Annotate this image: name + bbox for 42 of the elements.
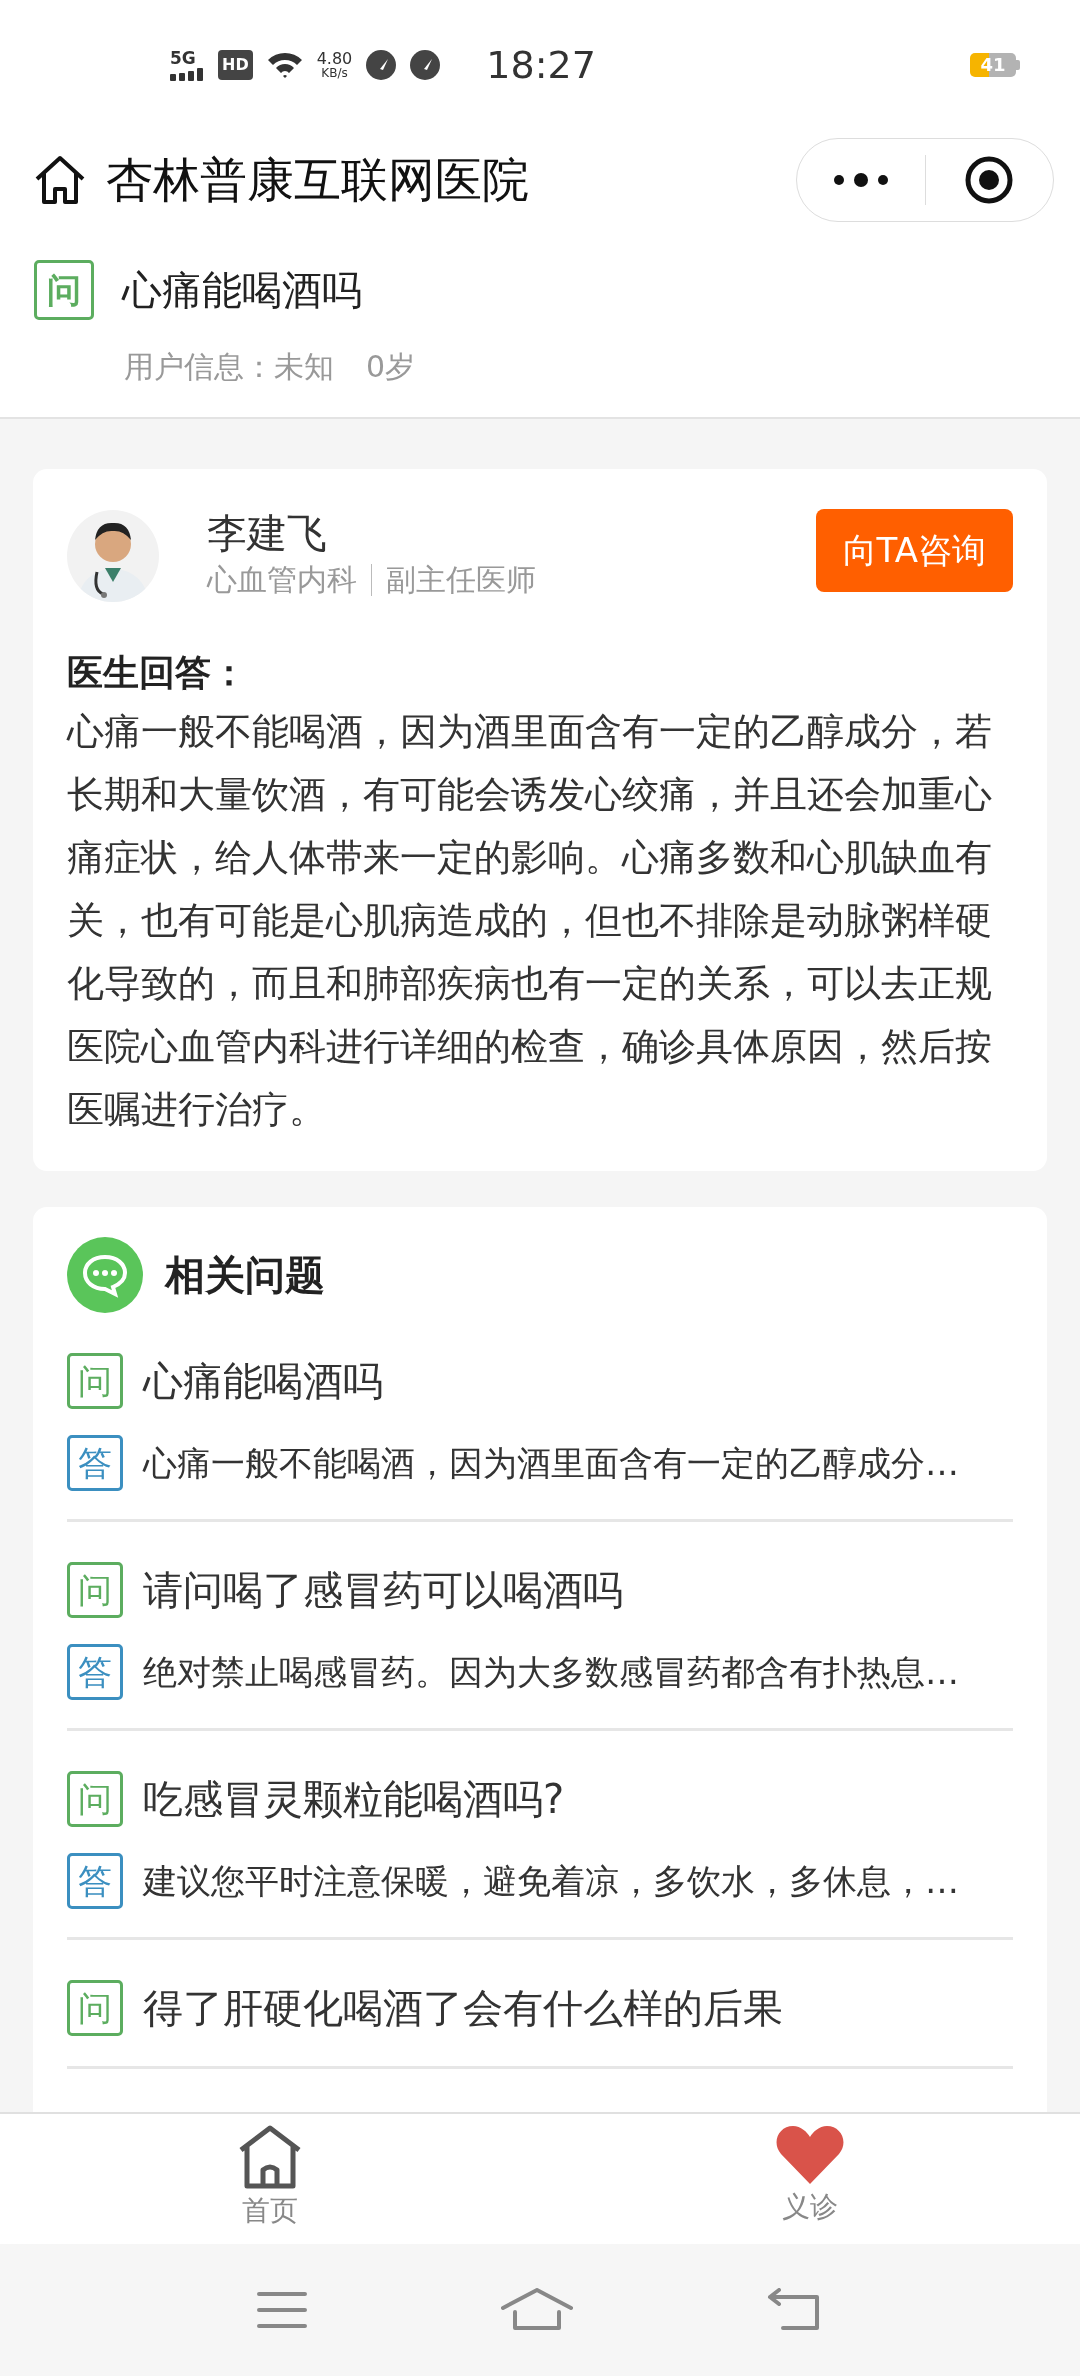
related-question[interactable]: 吃感冒灵颗粒能喝酒吗? xyxy=(143,1769,565,1829)
gauge-icon xyxy=(410,50,441,80)
tab-item[interactable]: 首页 xyxy=(0,2114,540,2244)
chat-icon xyxy=(67,1237,143,1313)
more-icon[interactable] xyxy=(832,173,889,187)
answer-badge: 答 xyxy=(67,1853,123,1909)
network-speed: 4.80 KB/s xyxy=(316,51,353,79)
user-age: 0岁 xyxy=(366,349,416,384)
answer-preview[interactable]: 心痛一般不能喝酒，因为酒里面含有一定的乙醇成分… xyxy=(143,1437,959,1489)
heart-icon xyxy=(775,2124,845,2186)
menu-icon[interactable] xyxy=(257,2290,307,2330)
section-title: 相关问题 xyxy=(165,1251,325,1300)
answer-badge: 答 xyxy=(67,1644,123,1700)
home-icon[interactable] xyxy=(34,155,86,205)
gauge-icon xyxy=(366,50,397,80)
home-icon xyxy=(237,2124,303,2190)
answer-preview[interactable]: 建议您平时注意保暖，避免着凉，多饮水，多休息，… xyxy=(143,1855,959,1907)
question-title: 心痛能喝酒吗 xyxy=(122,266,362,315)
related-question[interactable]: 请问喝了感冒药可以喝酒吗 xyxy=(143,1560,623,1620)
answer-label: 医生回答： xyxy=(67,651,248,695)
question-badge: 问 xyxy=(67,1353,123,1409)
answer-badge: 答 xyxy=(67,1435,123,1491)
question-badge: 问 xyxy=(67,1980,123,2036)
close-icon[interactable] xyxy=(964,155,1015,205)
hd-badge: HD xyxy=(218,50,253,80)
user-info: 用户信息：未知 xyxy=(124,349,334,384)
doctor-department: 心血管内科 xyxy=(207,561,357,599)
wifi-icon xyxy=(266,51,303,79)
related-question[interactable]: 心痛能喝酒吗 xyxy=(143,1351,383,1411)
question-badge: 问 xyxy=(67,1771,123,1827)
question-badge: 问 xyxy=(34,260,94,320)
answer-text: 心痛一般不能喝酒，因为酒里面含有一定的乙醇成分，若长期和大量饮酒，有可能会诱发心绞痛，并且还会加重心痛症状，给人体带来一定的影响。心痛多数和心肌缺血有关，也有可能是心肌病造成的，但也不排除是动脉粥样硬化导致的，而且和肺部疾病也有一定的关系，可以去正规医院心血管内科进行详细的检查，确诊具体原因，然后按医嘱进行治疗。 xyxy=(67,709,993,1133)
related-question[interactable]: 得了肝硬化喝酒了会有什么样的后果 xyxy=(143,1978,783,2038)
page-title: 杏林普康互联网医院 xyxy=(106,150,529,209)
doctor-title: 副主任医师 xyxy=(386,561,536,599)
tab-item[interactable]: 义诊 xyxy=(540,2114,1080,2244)
network-label: 5G xyxy=(170,49,196,67)
signal-icon xyxy=(170,66,204,81)
doctor-name: 李建飞 xyxy=(207,509,328,557)
clock: 18:27 xyxy=(486,41,596,89)
question-badge: 问 xyxy=(67,1562,123,1618)
answer-preview[interactable]: 绝对禁止喝感冒药。因为大多数感冒药都含有扑热息… xyxy=(143,1646,959,1698)
